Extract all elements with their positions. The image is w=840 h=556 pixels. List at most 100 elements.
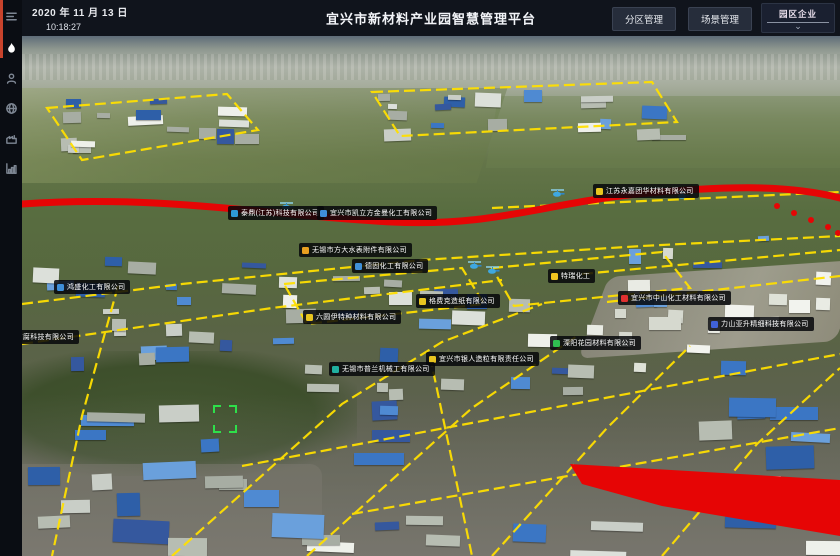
company-label[interactable]: 六圆伊特种材料有限公司 bbox=[303, 310, 401, 324]
building-block bbox=[649, 317, 682, 330]
company-marker-icon bbox=[551, 273, 558, 280]
company-label[interactable]: 宜兴市凯立方金曼化工有限公司 bbox=[317, 206, 437, 220]
building-block bbox=[578, 123, 601, 133]
company-label[interactable]: 溧阳花园材料有限公司 bbox=[550, 336, 641, 350]
company-label-text: 特瑞化工 bbox=[561, 271, 590, 281]
building-block bbox=[806, 541, 840, 556]
building-block bbox=[770, 407, 818, 420]
building-block bbox=[721, 361, 746, 375]
building-block bbox=[766, 495, 792, 508]
building-block bbox=[524, 89, 542, 101]
building-block bbox=[168, 537, 207, 555]
building-block bbox=[86, 412, 144, 423]
building-block bbox=[791, 432, 830, 443]
building-block bbox=[789, 300, 810, 313]
company-label[interactable]: 无锡市普兰机械工有限公司 bbox=[329, 362, 435, 376]
building-block bbox=[441, 379, 465, 391]
building-block bbox=[177, 297, 191, 305]
building-block bbox=[377, 383, 389, 392]
company-label-text: 力山亚升精细科技有限公司 bbox=[721, 319, 809, 329]
building-block bbox=[70, 357, 83, 371]
company-marker-icon bbox=[57, 284, 64, 291]
park-enterprise-dropdown[interactable]: 园区企业 ⌄ bbox=[761, 3, 835, 33]
menu-icon bbox=[5, 10, 18, 23]
building-block bbox=[732, 476, 781, 491]
building-block bbox=[758, 236, 769, 242]
smart-park-platform-window: 2020 年 11 月 13 日 10:18:27 宜兴市新材料产业园智慧管理平… bbox=[0, 0, 840, 556]
building-block bbox=[91, 474, 112, 491]
company-label[interactable]: 德固化工有限公司 bbox=[352, 259, 428, 273]
company-label[interactable]: 江苏永嘉团华材料有限公司 bbox=[593, 184, 699, 198]
zone-management-button[interactable]: 分区管理 bbox=[612, 7, 676, 31]
building-block bbox=[204, 475, 243, 488]
map-3d-viewport[interactable]: 泰鼎(江苏)科技有限公司宜兴市凯立方金曼化工有限公司无锡市方大水表附件有限公司德… bbox=[22, 36, 840, 556]
building-block bbox=[725, 517, 776, 529]
building-block bbox=[167, 126, 190, 132]
building-block bbox=[687, 345, 711, 354]
fire-icon bbox=[5, 42, 18, 55]
building-block bbox=[406, 516, 443, 525]
company-label[interactable]: 泰鼎(江苏)科技有限公司 bbox=[228, 206, 324, 220]
building-block bbox=[128, 261, 157, 274]
building-block bbox=[389, 389, 403, 401]
page-title: 宜兴市新材料产业园智慧管理平台 bbox=[326, 9, 536, 28]
building-block bbox=[389, 292, 412, 306]
building-block bbox=[201, 438, 219, 452]
building-block bbox=[384, 128, 411, 141]
company-label[interactable]: 特瑞化工 bbox=[548, 269, 595, 283]
building-block bbox=[189, 331, 215, 343]
sidebar-item-fire[interactable] bbox=[0, 36, 22, 60]
building-block bbox=[425, 534, 459, 546]
building-block bbox=[375, 522, 399, 531]
building-block bbox=[61, 500, 90, 514]
building-block bbox=[586, 325, 602, 336]
building-block bbox=[633, 363, 645, 372]
company-label[interactable]: 宜兴市中山化工材料有限公司 bbox=[618, 291, 731, 305]
company-label[interactable]: 宜城防腐科技有限公司 bbox=[22, 330, 79, 344]
company-marker-icon bbox=[419, 298, 426, 305]
sidebar-item-factory[interactable] bbox=[0, 126, 22, 150]
building-block bbox=[615, 309, 626, 318]
building-block bbox=[431, 123, 444, 128]
building-block bbox=[28, 467, 60, 485]
company-label[interactable]: 鸿盛化工有限公司 bbox=[54, 280, 130, 294]
building-block bbox=[387, 110, 407, 120]
building-block bbox=[105, 257, 122, 267]
selection-box bbox=[213, 405, 237, 433]
top-header: 2020 年 11 月 13 日 10:18:27 宜兴市新材料产业园智慧管理平… bbox=[22, 0, 840, 36]
building-block bbox=[725, 304, 754, 317]
company-label[interactable]: 格费克造纸有限公司 bbox=[416, 294, 500, 308]
company-label-text: 无锡市方大水表附件有限公司 bbox=[312, 245, 407, 255]
building-block bbox=[435, 103, 451, 109]
sidebar-item-menu[interactable] bbox=[0, 4, 22, 28]
building-block bbox=[166, 324, 182, 336]
building-block bbox=[103, 309, 119, 314]
sidebar-item-user[interactable] bbox=[0, 66, 22, 90]
company-label-text: 鸿盛化工有限公司 bbox=[67, 282, 125, 292]
scene-management-button[interactable]: 场景管理 bbox=[688, 7, 752, 31]
building-block bbox=[143, 461, 197, 480]
building-block bbox=[112, 319, 126, 332]
building-block bbox=[729, 398, 777, 418]
company-label-text: 江苏永嘉团华材料有限公司 bbox=[606, 186, 694, 196]
building-block bbox=[272, 513, 325, 539]
building-block bbox=[568, 365, 594, 378]
company-marker-icon bbox=[711, 321, 718, 328]
sidebar-item-chart[interactable] bbox=[0, 156, 22, 180]
company-label[interactable]: 力山亚升精细科技有限公司 bbox=[708, 317, 814, 331]
building-block bbox=[71, 141, 96, 148]
company-label-text: 德固化工有限公司 bbox=[365, 261, 423, 271]
company-marker-icon bbox=[302, 247, 309, 254]
company-label[interactable]: 无锡市方大水表附件有限公司 bbox=[299, 243, 412, 257]
company-label-text: 宜兴市中山化工材料有限公司 bbox=[631, 293, 726, 303]
date-text: 2020 年 11 月 13 日 bbox=[32, 4, 128, 19]
building-block bbox=[452, 310, 486, 325]
globe-icon bbox=[5, 102, 18, 115]
company-marker-icon bbox=[320, 210, 327, 217]
company-label-text: 宜城防腐科技有限公司 bbox=[22, 332, 74, 342]
building-block bbox=[333, 275, 360, 281]
building-block bbox=[138, 353, 154, 365]
helicopter-icon bbox=[468, 257, 482, 275]
company-label[interactable]: 宜兴市银人造粒有限责任公司 bbox=[426, 352, 539, 366]
sidebar-item-globe[interactable] bbox=[0, 96, 22, 120]
